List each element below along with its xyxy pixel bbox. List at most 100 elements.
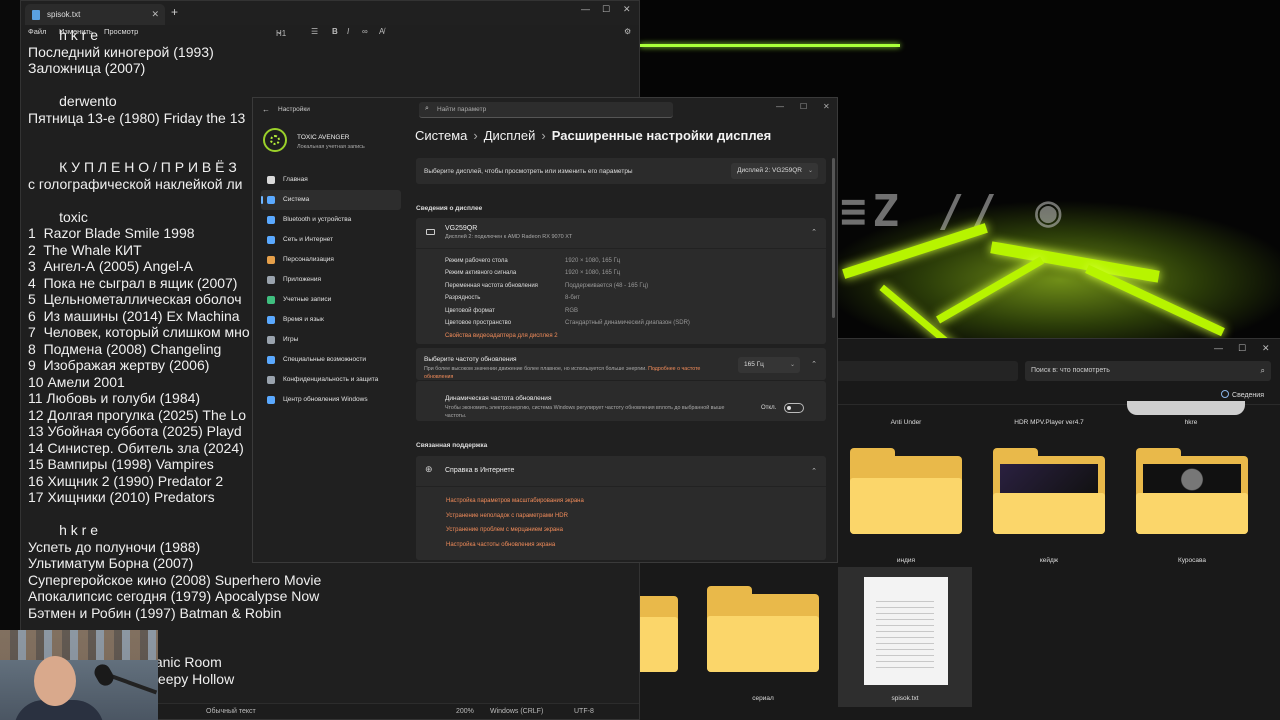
breadcrumb: Система › Дисплей › Расширенные настройки ди…: [415, 128, 771, 143]
prop-label: Цветовое пространство: [445, 320, 512, 326]
chevron-up-icon[interactable]: ⌃: [811, 228, 817, 236]
search-icon: ⌕: [1260, 366, 1265, 375]
breadcrumb-display[interactable]: Дисплей: [484, 128, 536, 143]
prop-label: Разрядность: [445, 295, 481, 301]
user-account-type: Локальная учетная запись: [297, 144, 365, 150]
prop-value: 8-бит: [565, 295, 580, 301]
nav-label: Конфиденциальность и защита: [283, 376, 379, 383]
nav-item[interactable]: Время и язык: [261, 310, 401, 330]
nav-label: Персонализация: [283, 256, 334, 263]
chevron-up-icon[interactable]: ⌃: [811, 467, 817, 475]
folder-icon[interactable]: [707, 586, 819, 672]
nav-item[interactable]: Персонализация: [261, 250, 401, 270]
maximize-icon[interactable]: ☐: [1238, 343, 1246, 354]
chevron-right-icon: ›: [473, 128, 478, 143]
text-line: [28, 77, 628, 94]
folder-label[interactable]: кейдж: [989, 557, 1109, 564]
maximize-icon[interactable]: ☐: [602, 4, 610, 15]
help-link[interactable]: Настройка параметров масштабирования экр…: [446, 498, 584, 504]
minimize-icon[interactable]: —: [1214, 343, 1223, 353]
close-icon[interactable]: ✕: [623, 4, 631, 15]
help-link[interactable]: Устранение неполадок с параметрами HDR: [446, 513, 568, 519]
explorer-search-input[interactable]: Поиск в: что посмотреть ⌕: [1025, 361, 1271, 381]
nav-item[interactable]: Главная: [261, 170, 401, 190]
help-title: Справка в Интернете: [445, 467, 515, 474]
dynamic-refresh-toggle[interactable]: [784, 403, 804, 413]
nav-item[interactable]: Специальные возможности: [261, 350, 401, 370]
folder-label[interactable]: индия: [846, 557, 966, 564]
settings-nav: Главная Система Bluetooth и устройства Сеть…: [261, 170, 401, 410]
settings-titlebar: ← Настройки ⌕ Найти параметр — ☐ ✕: [253, 98, 837, 122]
close-icon[interactable]: ✕: [823, 102, 830, 111]
nav-label: Сеть и Интернет: [283, 236, 334, 243]
new-tab-icon[interactable]: +: [171, 5, 178, 19]
status-zoom: 200%: [456, 708, 474, 715]
notepad-tab[interactable]: spisok.txt ✕: [25, 4, 165, 25]
refresh-rate-dropdown[interactable]: 165 Гц ⌄: [738, 357, 800, 373]
folder-label[interactable]: Куросава: [1132, 557, 1252, 564]
nav-item[interactable]: Игры: [261, 330, 401, 350]
breadcrumb-system[interactable]: Система: [415, 128, 467, 143]
help-card: ⊕ Справка в Интернете ⌃ Настройка параме…: [416, 456, 826, 560]
chevron-up-icon[interactable]: ⌃: [811, 360, 817, 368]
details-button[interactable]: Сведения: [1221, 390, 1264, 399]
address-bar[interactable]: [836, 361, 1018, 381]
text-file-item[interactable]: spisok.txt: [838, 567, 972, 707]
display-info-card: VG259QR Дисплей 2: подключен к AMD Radeo…: [416, 218, 826, 344]
status-format: Обычный текст: [206, 708, 256, 715]
folder-icon[interactable]: [640, 596, 678, 672]
minimize-icon[interactable]: —: [581, 4, 590, 14]
nav-item[interactable]: Система: [261, 190, 401, 210]
folder-icon[interactable]: [993, 448, 1105, 534]
minimize-icon[interactable]: —: [776, 102, 784, 111]
file-label: spisok.txt: [891, 695, 919, 702]
nav-icon: [267, 376, 275, 384]
text-line: Бэтмен и Робин (1997) Batman & Robin: [28, 604, 282, 621]
monitor-icon: [426, 229, 435, 235]
nav-item[interactable]: Конфиденциальность и защита: [261, 370, 401, 390]
folder-icon[interactable]: [1136, 448, 1248, 534]
nav-icon: [267, 256, 275, 264]
nav-item[interactable]: Bluetooth и устройства: [261, 210, 401, 230]
nav-icon: [267, 396, 275, 404]
nav-label: Центр обновления Windows: [283, 396, 368, 403]
dynamic-refresh-title: Динамическая частота обновления: [445, 395, 552, 402]
prop-value: RGB: [565, 308, 579, 314]
item-label[interactable]: hkre: [1131, 419, 1251, 426]
webcam-overlay: [0, 630, 158, 720]
settings-search-input[interactable]: ⌕ Найти параметр: [419, 102, 673, 118]
scrollbar[interactable]: [832, 158, 835, 318]
refresh-rate-title: Выберите частоту обновления: [424, 356, 517, 363]
maximize-icon[interactable]: ☐: [800, 102, 807, 111]
help-link[interactable]: Настройка частоты обновления экрана: [446, 542, 555, 548]
nav-item[interactable]: Учетные записи: [261, 290, 401, 310]
prop-label: Цветовой формат: [445, 308, 495, 314]
text-line: h k r e: [28, 27, 99, 43]
globe-icon: ⊕: [425, 464, 433, 474]
nav-item[interactable]: Центр обновления Windows: [261, 390, 401, 410]
settings-window: ← Настройки ⌕ Найти параметр — ☐ ✕ TOXIC…: [252, 97, 838, 563]
folder-icon[interactable]: [850, 448, 962, 534]
nav-label: Игры: [283, 336, 299, 343]
close-icon[interactable]: ✕: [1262, 343, 1270, 354]
settings-app-title: Настройки: [278, 106, 310, 113]
item-label[interactable]: Anti Under: [846, 419, 966, 426]
file-thumbnail-partial: [1127, 401, 1245, 415]
nav-label: Главная: [283, 176, 308, 183]
nav-icon: [267, 356, 275, 364]
refresh-rate-desc: При более высоком значении движение боле…: [424, 366, 701, 380]
adapter-properties-link[interactable]: Свойства видеоадаптера для дисплея 2: [445, 333, 558, 339]
display-dropdown[interactable]: Дисплей 2: VG259QR ⌄: [731, 163, 818, 179]
close-tab-icon[interactable]: ✕: [151, 4, 159, 25]
item-label[interactable]: HDR MPV.Player ver4.7: [989, 419, 1109, 426]
status-eol: Windows (CRLF): [490, 708, 544, 715]
folder-label[interactable]: сериал: [703, 695, 823, 702]
help-link[interactable]: Устранение проблем с мерцанием экрана: [446, 527, 563, 533]
nav-item[interactable]: Сеть и Интернет: [261, 230, 401, 250]
monitor-name: VG259QR: [445, 225, 478, 232]
nav-item[interactable]: Приложения: [261, 270, 401, 290]
nav-icon: [267, 216, 275, 224]
back-arrow-icon[interactable]: ←: [262, 105, 270, 114]
nav-label: Специальные возможности: [283, 356, 366, 363]
nav-icon: [267, 336, 275, 344]
